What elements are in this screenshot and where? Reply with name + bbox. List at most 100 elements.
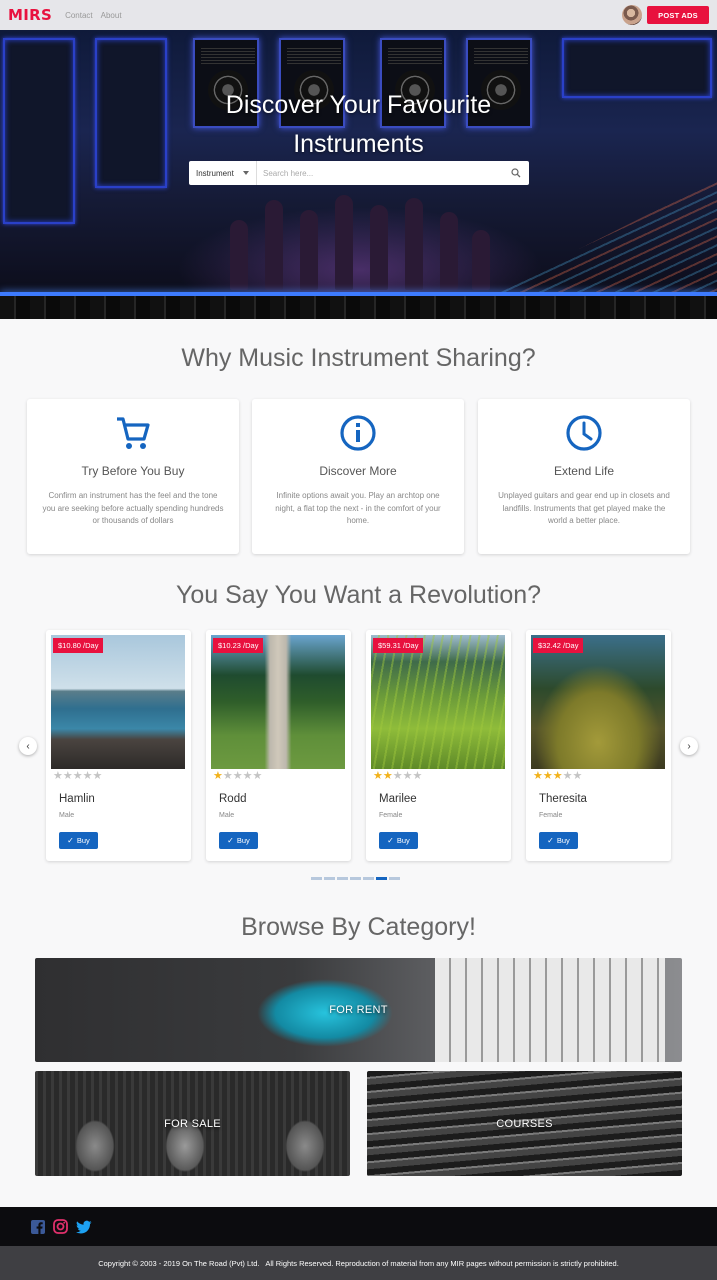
- category-for-sale[interactable]: FOR SALE: [35, 1071, 350, 1176]
- star-icon: ★: [392, 770, 403, 782]
- copyright-text: Copyright © 2003 - 2019 On The Road (Pvt…: [98, 1258, 619, 1268]
- user-avatar[interactable]: [622, 5, 642, 25]
- nav-link-about[interactable]: About: [101, 11, 122, 20]
- star-icon: ★: [542, 770, 553, 782]
- post-ads-button[interactable]: POST ADS: [647, 6, 709, 24]
- carousel-dot[interactable]: [311, 877, 322, 880]
- facebook-icon[interactable]: [31, 1219, 45, 1234]
- carousel-dot[interactable]: [363, 877, 374, 880]
- carousel-dot[interactable]: [389, 877, 400, 880]
- top-navbar: MIRS Contact About POST ADS: [0, 0, 717, 30]
- product-gender: Male: [219, 812, 235, 819]
- star-icon: ★: [552, 770, 563, 782]
- chevron-left-icon: ‹: [26, 740, 30, 752]
- hero-title: Discover Your Favourite Instruments: [225, 91, 492, 158]
- product-name: Theresita: [539, 793, 587, 805]
- feature-description: Infinite options await you. Play an arch…: [275, 491, 441, 525]
- category-courses[interactable]: COURSES: [367, 1071, 682, 1176]
- category-select[interactable]: Instrument: [189, 161, 257, 185]
- hero-search-bar: Instrument: [189, 161, 529, 185]
- price-badge: $59.31 /Day: [373, 638, 424, 653]
- star-icon: ★: [232, 770, 243, 782]
- star-icon: ★: [402, 770, 413, 782]
- product-name: Hamlin: [59, 793, 95, 805]
- feature-card: Extend Life Unplayed guitars and gear en…: [478, 399, 690, 554]
- price-badge: $10.23 /Day: [213, 638, 264, 653]
- carousel-dots: [311, 877, 400, 881]
- product-gender: Female: [379, 812, 403, 819]
- hero-dj-console: [0, 296, 717, 319]
- search-input[interactable]: [257, 161, 503, 185]
- price-badge: $32.42 /Day: [533, 638, 584, 653]
- buy-button[interactable]: ✓ Buy: [539, 832, 578, 849]
- rating-stars: ★★★★★: [533, 770, 582, 782]
- social-footer: [0, 1207, 717, 1246]
- rating-stars: ★★★★★: [53, 770, 102, 782]
- feature-title: Discover More: [319, 464, 397, 478]
- revolution-section-title: You Say You Want a Revolution?: [175, 581, 542, 609]
- search-icon[interactable]: [503, 161, 529, 185]
- brand-logo[interactable]: MIRS: [8, 6, 52, 24]
- buy-button[interactable]: ✓ Buy: [379, 832, 418, 849]
- buy-button[interactable]: ✓ Buy: [59, 832, 98, 849]
- star-icon: ★: [252, 770, 263, 782]
- category-section-title: Browse By Category!: [241, 913, 476, 941]
- why-section-title: Why Music Instrument Sharing?: [181, 344, 536, 372]
- product-card[interactable]: $10.23 /Day ★★★★★ Rodd Male ✓ Buy: [206, 630, 351, 861]
- star-icon: ★: [533, 770, 543, 782]
- feature-card: Discover More Infinite options await you…: [252, 399, 464, 554]
- category-label: FOR SALE: [164, 1117, 221, 1130]
- star-icon: ★: [242, 770, 253, 782]
- rating-stars: ★★★★★: [213, 770, 262, 782]
- carousel-next-button[interactable]: ›: [680, 737, 698, 755]
- product-gender: Male: [59, 812, 75, 819]
- carousel-dot[interactable]: [324, 877, 335, 880]
- product-name: Rodd: [219, 793, 247, 805]
- star-icon: ★: [562, 770, 573, 782]
- category-for-rent[interactable]: FOR RENT: [35, 958, 682, 1062]
- product-card[interactable]: $32.42 /Day ★★★★★ Theresita Female ✓ Buy: [526, 630, 671, 861]
- feature-card: Try Before You Buy Confirm an instrument…: [27, 399, 239, 554]
- instagram-icon[interactable]: [53, 1219, 68, 1234]
- chevron-down-icon: [243, 171, 249, 175]
- product-photo[interactable]: [51, 635, 185, 769]
- cart-icon: [117, 417, 150, 449]
- star-icon: ★: [412, 770, 423, 782]
- feature-title: Try Before You Buy: [81, 464, 185, 478]
- star-icon: ★: [572, 770, 583, 782]
- star-icon: ★: [373, 770, 383, 782]
- product-photo[interactable]: [211, 635, 345, 769]
- category-label: COURSES: [496, 1117, 553, 1130]
- feature-title: Extend Life: [553, 464, 615, 478]
- product-card[interactable]: $10.80 /Day ★★★★★ Hamlin Male ✓ Buy: [46, 630, 191, 861]
- product-card[interactable]: $59.31 /Day ★★★★★ Marilee Female ✓ Buy: [366, 630, 511, 861]
- carousel-dot[interactable]: [376, 877, 387, 880]
- clock-icon: [566, 415, 602, 451]
- carousel-dot[interactable]: [350, 877, 361, 880]
- feature-description: Confirm an instrument has the feel and t…: [42, 491, 224, 525]
- buy-button[interactable]: ✓ Buy: [219, 832, 258, 849]
- nav-link-contact[interactable]: Contact: [65, 11, 93, 20]
- product-gender: Female: [539, 812, 563, 819]
- product-photo[interactable]: [371, 635, 505, 769]
- info-icon: [340, 415, 376, 451]
- star-icon: ★: [382, 770, 393, 782]
- star-icon: ★: [53, 770, 63, 782]
- chevron-right-icon: ›: [687, 740, 691, 752]
- hero-banner: Discover Your Favourite Instruments Inst…: [0, 30, 717, 319]
- twitter-icon[interactable]: [76, 1220, 92, 1234]
- star-icon: ★: [82, 770, 93, 782]
- star-icon: ★: [72, 770, 83, 782]
- check-icon: ✓: [227, 836, 234, 845]
- copyright-bar: Copyright © 2003 - 2019 On The Road (Pvt…: [0, 1246, 717, 1280]
- carousel-dot[interactable]: [337, 877, 348, 880]
- star-icon: ★: [222, 770, 233, 782]
- product-photo[interactable]: [531, 635, 665, 769]
- rating-stars: ★★★★★: [373, 770, 422, 782]
- carousel-prev-button[interactable]: ‹: [19, 737, 37, 755]
- product-name: Marilee: [379, 793, 417, 805]
- category-label: FOR RENT: [329, 1004, 388, 1016]
- check-icon: ✓: [547, 836, 554, 845]
- check-icon: ✓: [67, 836, 74, 845]
- star-icon: ★: [62, 770, 73, 782]
